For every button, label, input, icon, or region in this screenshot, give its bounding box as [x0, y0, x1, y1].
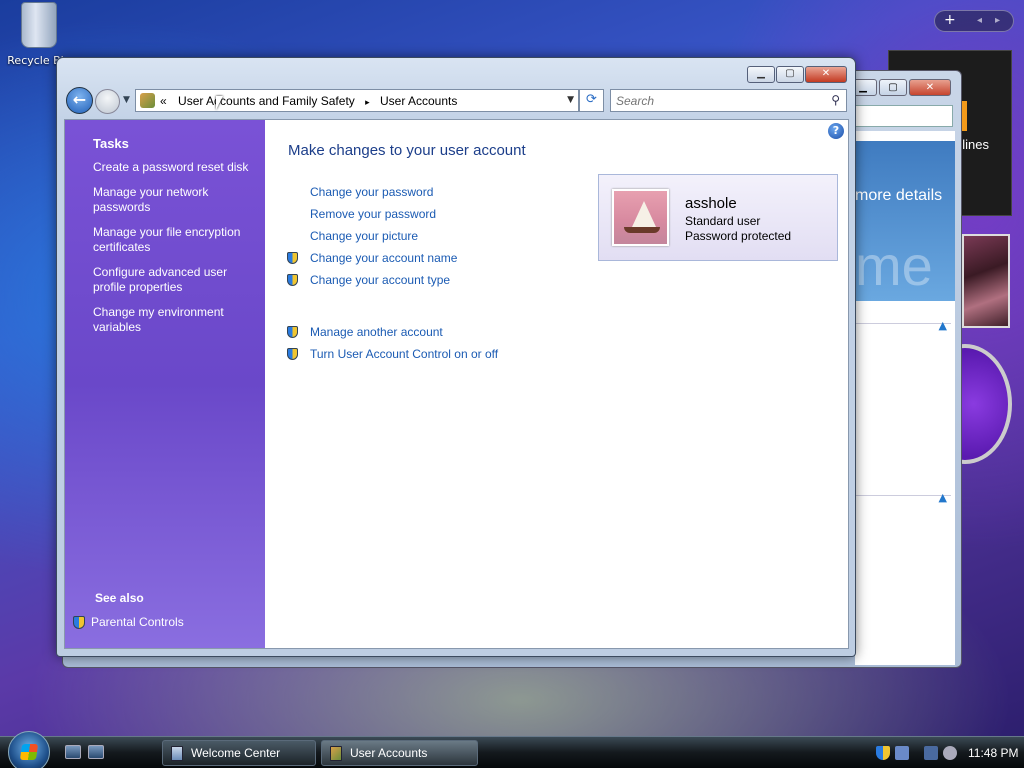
bg-divider: [855, 495, 951, 496]
shield-icon: [73, 615, 85, 629]
windows-logo-icon: [19, 744, 39, 760]
taskbar-clock[interactable]: 11:48 PM: [968, 746, 1018, 760]
breadcrumb-user-accounts[interactable]: User Accounts: [380, 94, 457, 108]
page-title: Make changes to your user account: [288, 142, 526, 159]
help-icon[interactable]: ?: [828, 123, 844, 139]
bg-collapse-icon[interactable]: ▲: [939, 319, 947, 332]
bg-collapse-icon[interactable]: ▲: [939, 491, 947, 504]
link-manage-another-account[interactable]: Manage another account: [287, 321, 587, 343]
search-box[interactable]: ⚲: [610, 89, 847, 112]
task-create-reset-disk[interactable]: Create a password reset disk: [93, 160, 253, 175]
sailboat-image: [632, 201, 656, 227]
uac-shield-icon: [287, 274, 298, 286]
link-label[interactable]: Change your account name: [310, 251, 457, 265]
link-label[interactable]: Manage another account: [310, 325, 443, 339]
windows-update-icon[interactable]: [895, 746, 909, 760]
start-button[interactable]: [8, 731, 50, 768]
welcome-center-icon: [171, 745, 183, 761]
bg-divider: [855, 323, 951, 324]
refresh-icon[interactable]: ⟳: [579, 89, 604, 112]
user-accounts-window[interactable]: ▁ ▢ ✕ ← ▼ « User Accounts and Family Saf…: [56, 57, 856, 657]
breadcrumb-user-accounts-family-safety[interactable]: User Accounts and Family Safety: [178, 94, 355, 108]
add-gadget-icon[interactable]: +: [944, 12, 956, 28]
see-also-heading: See also: [95, 591, 144, 605]
link-change-password[interactable]: Change your password: [287, 181, 587, 203]
sidebar-gadget-controls[interactable]: + ◂ ▸: [934, 10, 1014, 32]
main-pane: ? Make changes to your user account Chan…: [265, 120, 848, 648]
password-status: Password protected: [685, 229, 792, 243]
minimize-button[interactable]: ▁: [747, 66, 775, 83]
link-toggle-uac[interactable]: Turn User Account Control on or off: [287, 343, 587, 365]
uac-shield-icon: [287, 252, 298, 264]
uac-shield-icon: [287, 348, 298, 360]
address-dropdown-icon[interactable]: ▼: [567, 95, 574, 105]
taskbar-button-label: User Accounts: [350, 746, 428, 760]
window-client-area: Tasks Create a password reset disk Manag…: [64, 119, 849, 649]
bg-close-button[interactable]: ✕: [909, 79, 951, 96]
task-change-environment-variables[interactable]: Change my environment variables: [93, 305, 253, 335]
switch-windows-icon[interactable]: [88, 745, 104, 759]
slideshow-gadget[interactable]: [962, 234, 1010, 328]
user-account-tile: asshole Standard user Password protected: [598, 174, 838, 261]
account-picture: [612, 189, 669, 246]
account-type: Standard user: [685, 214, 761, 228]
taskbar-button-label: Welcome Center: [191, 746, 281, 760]
task-manage-encryption-certificates[interactable]: Manage your file encryption certificates: [93, 225, 253, 255]
user-accounts-icon: [330, 745, 342, 761]
bg-window-content: more details me ▲ ▲: [855, 131, 955, 665]
uac-shield-icon: [287, 326, 298, 338]
close-button[interactable]: ✕: [805, 66, 847, 83]
forward-button[interactable]: [95, 89, 120, 114]
link-label[interactable]: Change your account type: [310, 273, 450, 287]
parental-controls-label: Parental Controls: [91, 615, 184, 629]
bg-header-watermark: me: [855, 234, 933, 297]
link-remove-password[interactable]: Remove your password: [287, 203, 587, 225]
task-manage-network-passwords[interactable]: Manage your network passwords: [93, 185, 253, 215]
bg-window-header: more details me: [855, 141, 955, 301]
bg-search-box[interactable]: [843, 105, 953, 127]
breadcrumb-separator-icon[interactable]: ▸: [365, 97, 370, 107]
more-details-link[interactable]: more details: [855, 187, 942, 205]
volume-icon[interactable]: [943, 746, 957, 760]
taskbar: Welcome Center User Accounts 11:48 PM: [0, 731, 1024, 768]
link-change-picture[interactable]: Change your picture: [287, 225, 587, 247]
search-icon[interactable]: ⚲: [831, 93, 840, 107]
control-panel-icon: [140, 93, 155, 108]
parental-controls-link[interactable]: Parental Controls: [73, 615, 184, 629]
link-label[interactable]: Change your password: [310, 185, 433, 199]
show-desktop-icon[interactable]: [65, 745, 81, 759]
bg-maximize-button[interactable]: ▢: [879, 79, 907, 96]
task-list: Create a password reset disk Manage your…: [93, 160, 253, 345]
prev-gadget-icon[interactable]: ◂: [977, 15, 982, 26]
link-change-account-name[interactable]: Change your account name: [287, 247, 587, 269]
tasks-pane: Tasks Create a password reset disk Manag…: [65, 120, 265, 648]
next-gadget-icon[interactable]: ▸: [995, 15, 1000, 26]
address-bar[interactable]: « User Accounts and Family Safety ▸ User…: [135, 89, 579, 112]
task-configure-profile-properties[interactable]: Configure advanced user profile properti…: [93, 265, 253, 295]
account-name: asshole: [685, 195, 737, 212]
link-change-account-type[interactable]: Change your account type: [287, 269, 587, 291]
account-actions: Change your password Remove your passwor…: [287, 181, 587, 365]
navigation-bar: ← ▼ « User Accounts and Family Safety ▸ …: [65, 87, 849, 115]
link-label[interactable]: Turn User Account Control on or off: [310, 347, 498, 361]
taskbar-welcome-center[interactable]: Welcome Center: [162, 740, 316, 766]
breadcrumb: « User Accounts and Family Safety ▸ User…: [160, 94, 457, 108]
security-shield-icon[interactable]: [876, 746, 890, 760]
mouse-cursor-icon: [216, 96, 223, 110]
search-input[interactable]: [616, 91, 816, 111]
back-button[interactable]: ←: [66, 87, 93, 114]
tasks-heading: Tasks: [93, 136, 129, 151]
recycle-bin-graphic: [21, 2, 57, 48]
taskbar-user-accounts[interactable]: User Accounts: [321, 740, 478, 766]
breadcrumb-overflow[interactable]: «: [160, 94, 167, 108]
link-label[interactable]: Remove your password: [310, 207, 436, 221]
recent-pages-dropdown-icon[interactable]: ▼: [123, 95, 130, 105]
network-icon[interactable]: [924, 746, 938, 760]
link-label[interactable]: Change your picture: [310, 229, 418, 243]
maximize-button[interactable]: ▢: [776, 66, 804, 83]
notification-area: 11:48 PM: [872, 740, 1024, 766]
